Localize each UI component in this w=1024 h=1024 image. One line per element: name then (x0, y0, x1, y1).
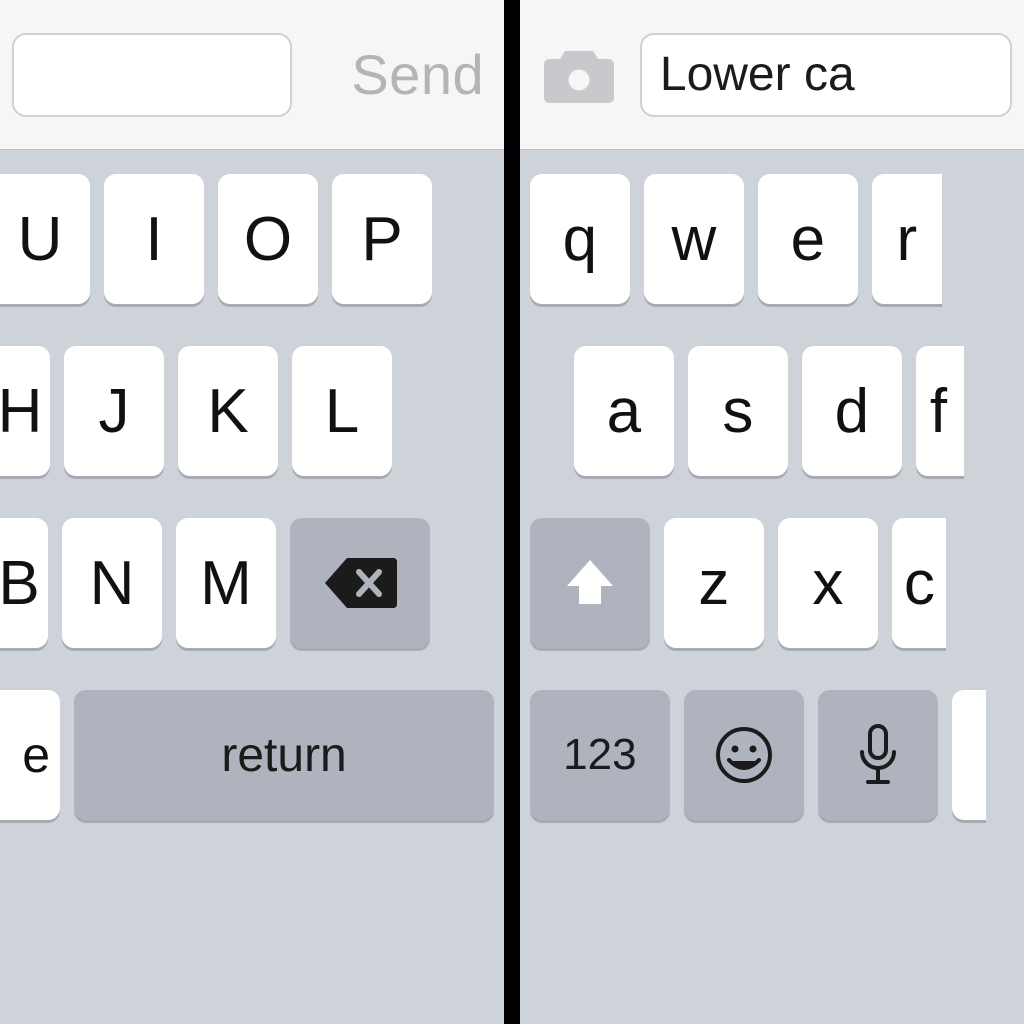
send-button[interactable]: Send (351, 42, 484, 107)
key-row-1: q w e r (520, 174, 1024, 304)
camera-icon (540, 45, 618, 105)
key-d[interactable]: d (802, 346, 902, 476)
key-row-4: 123 (520, 690, 1024, 820)
message-input-value: Lower ca (660, 47, 855, 102)
key-row-4: e return (0, 690, 504, 820)
dictation-key[interactable] (818, 690, 938, 820)
key-p[interactable]: P (332, 174, 432, 304)
key-c[interactable]: c (892, 518, 946, 648)
key-r[interactable]: r (872, 174, 942, 304)
key-n[interactable]: N (62, 518, 162, 648)
shift-icon (561, 554, 619, 612)
right-topbar: Lower ca (520, 0, 1024, 150)
right-keyboard: q w e r a s d f z x c 123 (520, 150, 1024, 1024)
message-input[interactable] (12, 33, 292, 117)
key-i[interactable]: I (104, 174, 204, 304)
key-row-3: z x c (520, 518, 1024, 648)
left-keyboard: U I O P H J K L B N M e return (0, 150, 504, 1024)
panel-divider (504, 0, 520, 1024)
key-x[interactable]: x (778, 518, 878, 648)
camera-button[interactable] (532, 33, 626, 117)
mic-icon (855, 722, 901, 788)
key-row-2: H J K L (0, 346, 504, 476)
key-b[interactable]: B (0, 518, 48, 648)
key-m[interactable]: M (176, 518, 276, 648)
key-w[interactable]: w (644, 174, 744, 304)
backspace-key[interactable] (290, 518, 430, 648)
numbers-key[interactable]: 123 (530, 690, 670, 820)
right-keyboard-panel: Lower ca q w e r a s d f z x c 123 (520, 0, 1024, 1024)
key-row-3: B N M (0, 518, 504, 648)
left-keyboard-panel: Send U I O P H J K L B N M e (0, 0, 504, 1024)
key-o[interactable]: O (218, 174, 318, 304)
space-key[interactable] (952, 690, 986, 820)
emoji-key[interactable] (684, 690, 804, 820)
key-e[interactable]: e (758, 174, 858, 304)
key-a[interactable]: a (574, 346, 674, 476)
backspace-icon (321, 556, 399, 610)
key-s[interactable]: s (688, 346, 788, 476)
key-u[interactable]: U (0, 174, 90, 304)
key-j[interactable]: J (64, 346, 164, 476)
shift-key[interactable] (530, 518, 650, 648)
key-k[interactable]: K (178, 346, 278, 476)
return-key[interactable]: return (74, 690, 494, 820)
key-row-1: U I O P (0, 174, 504, 304)
key-row-2: a s d f (520, 346, 1024, 476)
key-z[interactable]: z (664, 518, 764, 648)
message-input[interactable]: Lower ca (640, 33, 1012, 117)
key-q[interactable]: q (530, 174, 630, 304)
space-key[interactable]: e (0, 690, 60, 820)
left-topbar: Send (0, 0, 504, 150)
key-h[interactable]: H (0, 346, 50, 476)
key-f[interactable]: f (916, 346, 964, 476)
key-l[interactable]: L (292, 346, 392, 476)
emoji-icon (713, 724, 775, 786)
